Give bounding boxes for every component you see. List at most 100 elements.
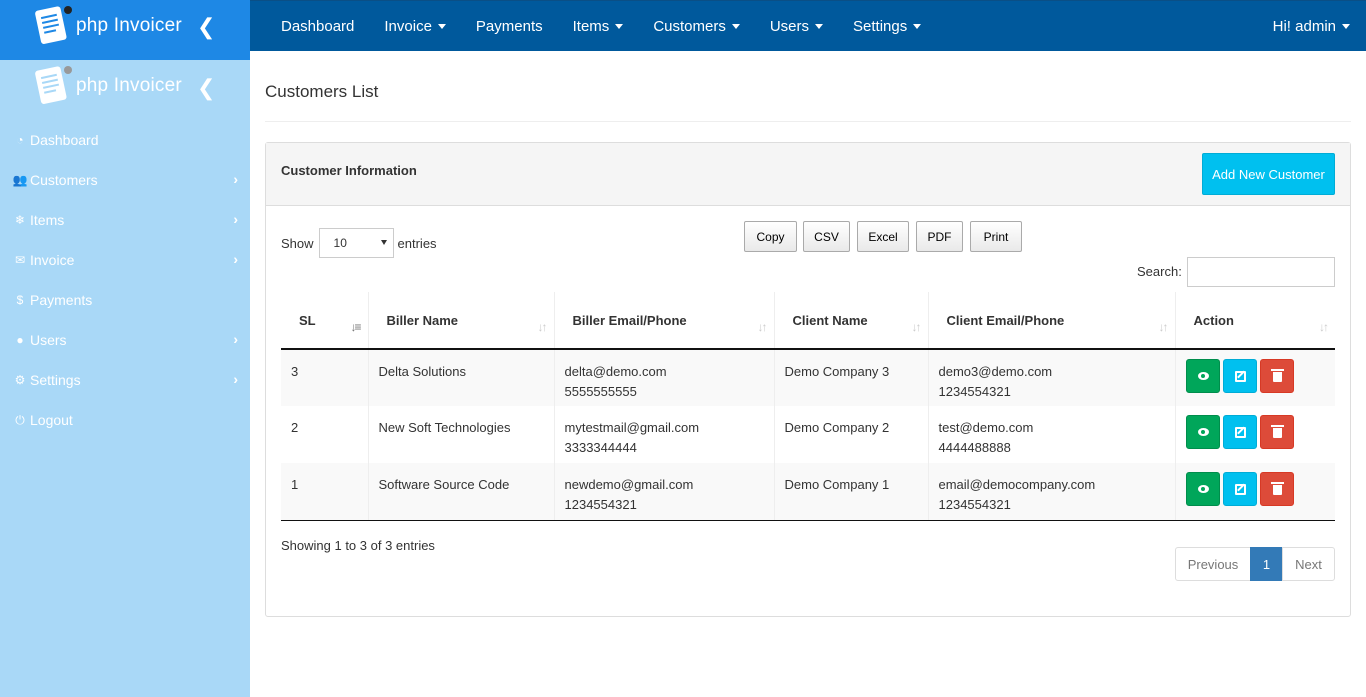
sort-icon: ↓↑ bbox=[537, 320, 548, 334]
page-1-button[interactable]: 1 bbox=[1250, 547, 1283, 581]
cell-sl: 1 bbox=[281, 463, 369, 521]
topnav-items[interactable]: Items bbox=[558, 18, 639, 35]
eye-icon bbox=[1197, 485, 1209, 493]
show-label: Show bbox=[281, 235, 314, 251]
panel-title: Customer Information bbox=[281, 163, 417, 178]
cell-client-contact: demo3@demo.com 1234554321 bbox=[928, 349, 1176, 406]
cogs-icon: ⚙ bbox=[14, 373, 26, 387]
trash-icon bbox=[1270, 369, 1284, 382]
eye-icon bbox=[1197, 428, 1209, 436]
delete-button[interactable] bbox=[1259, 415, 1294, 449]
cell-client-contact: test@demo.com 4444488888 bbox=[928, 406, 1176, 463]
pdf-button[interactable]: PDF bbox=[916, 221, 963, 252]
search-label: Search: bbox=[1137, 264, 1182, 279]
column-label: Action bbox=[1193, 312, 1234, 328]
top-nav: Dashboard Invoice Payments Items Custome… bbox=[250, 1, 1366, 51]
topnav-dashboard[interactable]: Dashboard bbox=[266, 18, 369, 35]
chevron-right-icon: › bbox=[233, 211, 238, 227]
sidebar-item-logout[interactable]: ⏻ Logout bbox=[0, 400, 250, 440]
invoice-logo-icon bbox=[32, 64, 72, 108]
chevron-right-icon: › bbox=[233, 171, 238, 187]
topnav-customers[interactable]: Customers bbox=[638, 18, 755, 35]
entries-value: 10 bbox=[333, 236, 347, 250]
column-header-client-name[interactable]: Client Name ↓↑ bbox=[774, 292, 929, 350]
brand-logo-sidebar[interactable]: php Invoicer bbox=[32, 64, 182, 108]
topnav-invoice[interactable]: Invoice bbox=[369, 18, 461, 35]
invoice-logo-icon bbox=[32, 4, 72, 48]
sidebar-item-dashboard[interactable]: ◔ Dashboard bbox=[0, 120, 250, 160]
search-input[interactable] bbox=[1187, 257, 1335, 287]
entries-select[interactable]: 10 bbox=[318, 228, 394, 258]
column-header-action[interactable]: Action ↓↑ bbox=[1175, 292, 1335, 350]
copy-button[interactable]: Copy bbox=[744, 221, 797, 252]
biller-phone: 3333344444 bbox=[564, 440, 637, 455]
sidebar-item-settings[interactable]: ⚙ Settings › bbox=[0, 360, 250, 400]
client-phone: 4444488888 bbox=[938, 440, 1011, 455]
edit-button[interactable] bbox=[1222, 415, 1257, 449]
delete-button[interactable] bbox=[1259, 472, 1294, 506]
chevron-right-icon: › bbox=[233, 331, 238, 347]
cell-biller-contact: mytestmail@gmail.com 3333344444 bbox=[554, 406, 775, 463]
sidebar-item-invoice[interactable]: ✉ Invoice › bbox=[0, 240, 250, 280]
topnav-settings[interactable]: Settings bbox=[838, 18, 936, 35]
sort-icon: ↓↑ bbox=[757, 320, 768, 334]
divider bbox=[265, 121, 1351, 122]
dollar-icon: $ bbox=[16, 293, 24, 307]
view-button[interactable] bbox=[1185, 359, 1220, 393]
sidebar-item-users[interactable]: ● Users › bbox=[0, 320, 250, 360]
edit-button[interactable] bbox=[1222, 359, 1257, 393]
user-greeting: Hi! admin bbox=[1272, 18, 1336, 35]
csv-button[interactable]: CSV bbox=[803, 221, 850, 252]
collapse-sidebar-icon[interactable]: ❮ bbox=[197, 14, 215, 40]
previous-page-button[interactable]: Previous bbox=[1175, 547, 1251, 581]
cell-biller-name: Software Source Code bbox=[368, 463, 555, 521]
cell-client-name: Demo Company 1 bbox=[774, 463, 929, 521]
topnav-payments[interactable]: Payments bbox=[461, 18, 558, 35]
edit-icon bbox=[1234, 371, 1246, 382]
sidebar-item-customers[interactable]: 👥 Customers › bbox=[0, 160, 250, 200]
sort-icon: ↓↑ bbox=[1319, 320, 1329, 334]
delete-button[interactable] bbox=[1259, 359, 1294, 393]
cell-client-contact: email@democompany.com 1234554321 bbox=[928, 463, 1176, 521]
topnav-label: Items bbox=[572, 17, 610, 35]
topnav-users[interactable]: Users bbox=[755, 18, 838, 35]
column-header-sl[interactable]: SL ↓≡ bbox=[281, 292, 369, 350]
next-page-button[interactable]: Next bbox=[1282, 547, 1335, 581]
user-menu[interactable]: Hi! admin bbox=[1273, 18, 1350, 35]
print-button[interactable]: Print bbox=[970, 221, 1022, 252]
column-header-client-email[interactable]: Client Email/Phone ↓↑ bbox=[928, 292, 1176, 350]
caret-down-icon bbox=[615, 23, 624, 29]
excel-button[interactable]: Excel bbox=[857, 221, 909, 252]
view-button[interactable] bbox=[1185, 415, 1220, 449]
cell-biller-name: New Soft Technologies bbox=[368, 406, 555, 463]
brand-logo-top[interactable]: php Invoicer bbox=[32, 4, 182, 48]
sort-icon: ↓↑ bbox=[1158, 320, 1169, 334]
table-row: 3 Delta Solutions delta@demo.com 55555555… bbox=[281, 349, 1335, 406]
table-row: 2 New Soft Technologies mytestmail@gmail… bbox=[281, 406, 1335, 463]
column-label: Biller Name bbox=[386, 312, 459, 328]
topnav-label: Customers bbox=[653, 17, 726, 35]
column-label: Client Name bbox=[792, 312, 868, 328]
caret-down-icon bbox=[437, 23, 446, 29]
column-header-biller-name[interactable]: Biller Name ↓↑ bbox=[368, 292, 555, 350]
column-header-biller-email[interactable]: Biller Email/Phone ↓↑ bbox=[554, 292, 775, 350]
cell-actions bbox=[1175, 463, 1335, 521]
cell-sl: 3 bbox=[281, 349, 369, 406]
caret-down-icon bbox=[913, 23, 922, 29]
client-email: demo3@demo.com bbox=[938, 364, 1053, 379]
edit-button[interactable] bbox=[1222, 472, 1257, 506]
column-label: Biller Email/Phone bbox=[572, 312, 687, 328]
client-phone: 1234554321 bbox=[938, 497, 1011, 512]
view-button[interactable] bbox=[1185, 472, 1220, 506]
collapse-sidebar-icon[interactable]: ❮ bbox=[197, 75, 215, 101]
column-label: SL bbox=[299, 312, 316, 328]
topnav-label: Settings bbox=[853, 17, 908, 35]
cell-client-name: Demo Company 3 bbox=[774, 349, 929, 406]
add-new-customer-button[interactable]: Add New Customer bbox=[1202, 153, 1335, 195]
cell-biller-name: Delta Solutions bbox=[368, 349, 555, 406]
pagination: Previous 1 Next bbox=[1175, 547, 1335, 581]
cell-sl: 2 bbox=[281, 406, 369, 463]
sidebar-item-items[interactable]: ❄ Items › bbox=[0, 200, 250, 240]
client-email: test@demo.com bbox=[938, 420, 1034, 435]
sidebar-item-payments[interactable]: $ Payments bbox=[0, 280, 250, 320]
